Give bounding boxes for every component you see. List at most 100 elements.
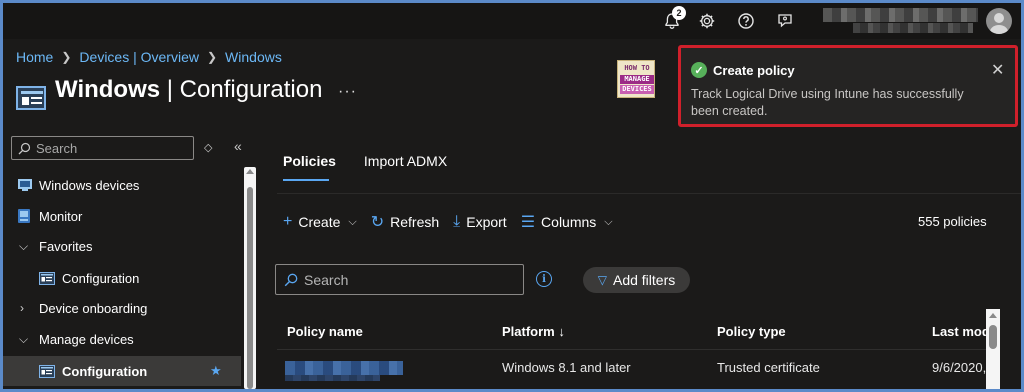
columns-label: Columns	[541, 214, 597, 230]
breadcrumb: Home ❯ Devices | Overview ❯ Windows	[16, 49, 282, 65]
download-icon: ⤓	[453, 213, 461, 230]
configuration-icon	[39, 271, 55, 285]
sidebar-item-manage-devices[interactable]: ⌵ Manage devices	[3, 324, 241, 354]
search-icon	[284, 273, 298, 286]
sidebar-scrollbar-thumb[interactable]	[247, 187, 253, 389]
chevron-right-icon: ❯	[61, 50, 72, 64]
notifications-bell-icon[interactable]: 2	[660, 6, 686, 33]
tab-import-admx[interactable]: Import ADMX	[364, 153, 447, 181]
tab-policies[interactable]: Policies	[283, 153, 336, 181]
configuration-icon	[16, 86, 46, 110]
tabs: Policies Import ADMX	[283, 153, 447, 181]
sort-toggle-icon[interactable]: ◇	[204, 141, 212, 154]
create-button[interactable]: + Create ⌵	[283, 213, 357, 231]
refresh-icon: ↻	[370, 214, 385, 231]
logo-line-1: HOW TO	[624, 64, 650, 72]
gear-icon[interactable]	[695, 9, 719, 33]
platform-cell: Windows 8.1 and later	[502, 360, 631, 375]
configuration-icon	[39, 364, 55, 378]
how-to-manage-devices-logo: HOW TO MANAGE DEVICES	[617, 60, 655, 98]
export-button[interactable]: ⤓ Export	[453, 213, 507, 231]
create-policy-toast: ✓ Create policy Track Logical Drive usin…	[678, 45, 1018, 127]
table-scrollbar-thumb[interactable]	[989, 325, 997, 349]
page-title-rest: | Configuration	[160, 76, 323, 103]
create-label: Create	[298, 214, 341, 230]
column-header-policy-type[interactable]: Policy type	[717, 324, 786, 339]
add-filters-button[interactable]: ▽ Add filters	[583, 267, 690, 293]
sidebar-item-configuration[interactable]: Configuration ★	[3, 356, 241, 386]
table-header: Policy name Platform ↓ Policy type Last …	[277, 315, 990, 349]
more-options-button[interactable]: ···	[338, 83, 357, 101]
refresh-label: Refresh	[390, 214, 440, 230]
toast-title: Create policy	[713, 63, 795, 78]
policy-search-box[interactable]	[275, 264, 524, 295]
chevron-down-icon: ⌵	[19, 331, 29, 346]
sidebar-item-favorites-configuration[interactable]: Configuration	[3, 263, 241, 293]
export-label: Export	[466, 214, 507, 230]
chevron-down-icon: ⌵	[604, 215, 613, 228]
breadcrumb-windows[interactable]: Windows	[225, 49, 282, 65]
sidebar: ◇ « Windows devices Monitor ⌵ Favorites …	[3, 127, 261, 389]
monitor-icon	[17, 208, 31, 224]
column-header-last-modified[interactable]: Last mod	[932, 324, 990, 339]
favorite-star-icon[interactable]: ★	[210, 363, 222, 379]
sidebar-scrollbar[interactable]	[244, 167, 256, 389]
policy-count: 555 policies	[918, 214, 987, 229]
breadcrumb-devices-overview[interactable]: Devices | Overview	[79, 49, 199, 65]
info-icon[interactable]: i	[536, 271, 552, 287]
column-header-policy-name[interactable]: Policy name	[287, 324, 363, 339]
toast-message: Track Logical Drive using Intune has suc…	[691, 87, 964, 118]
portal-window: 2 Home ❯ Devices | Overview ❯ Windows Wi…	[3, 3, 1021, 389]
windows-devices-icon	[17, 178, 33, 192]
sidebar-item-label: Configuration	[62, 363, 148, 379]
last-modified-cell: 9/6/2020,	[932, 360, 987, 375]
table-row[interactable]: Windows 8.1 and later Trusted certificat…	[277, 353, 989, 383]
sidebar-item-label: Favorites	[39, 238, 93, 254]
toolbar: + Create ⌵ ↻ Refresh ⤓ Export ☰ Columns …	[283, 210, 627, 234]
help-icon[interactable]	[734, 9, 758, 33]
feedback-icon[interactable]	[773, 9, 797, 33]
sidebar-item-monitor[interactable]: Monitor	[3, 201, 241, 231]
success-check-icon: ✓	[691, 62, 707, 78]
chevron-down-icon: ⌵	[348, 215, 357, 228]
logo-line-3: DEVICES	[620, 85, 654, 94]
sidebar-search-box[interactable]	[11, 136, 194, 160]
policy-name-redacted-link[interactable]	[285, 361, 403, 375]
chevron-right-icon: ›	[20, 301, 24, 315]
account-name-redacted[interactable]	[823, 8, 978, 22]
notification-count-badge: 2	[672, 6, 686, 20]
scroll-up-arrow-icon[interactable]	[989, 313, 997, 318]
search-icon	[18, 142, 31, 154]
filter-icon: ▽	[597, 273, 607, 287]
collapse-sidebar-icon[interactable]: «	[234, 138, 242, 154]
policy-name-redacted-subtext	[285, 375, 380, 381]
account-tenant-redacted	[853, 23, 973, 33]
avatar[interactable]	[986, 8, 1012, 34]
policy-type-cell: Trusted certificate	[717, 360, 820, 375]
sidebar-item-label: Device onboarding	[39, 300, 148, 316]
refresh-button[interactable]: ↻ Refresh	[371, 212, 439, 232]
sidebar-item-windows-devices[interactable]: Windows devices	[3, 170, 241, 200]
top-bar: 2	[3, 3, 1021, 39]
columns-list-icon: ☰	[520, 214, 536, 231]
divider	[277, 193, 1021, 194]
breadcrumb-home[interactable]: Home	[16, 49, 53, 65]
table-scrollbar[interactable]	[986, 309, 1000, 389]
page-title-bold: Windows	[55, 76, 161, 103]
close-icon[interactable]: ✕	[991, 60, 1004, 80]
sidebar-search-input[interactable]	[36, 140, 186, 156]
sidebar-item-label: Monitor	[39, 208, 83, 224]
chevron-down-icon: ⌵	[19, 238, 29, 253]
plus-icon: +	[283, 213, 293, 230]
sidebar-item-label: Configuration	[62, 270, 140, 286]
sidebar-item-device-onboarding[interactable]: › Device onboarding	[3, 293, 241, 323]
scroll-up-arrow-icon[interactable]	[246, 169, 254, 174]
add-filters-label: Add filters	[612, 272, 676, 288]
column-header-platform[interactable]: Platform ↓	[502, 324, 565, 339]
divider	[277, 349, 989, 350]
sidebar-item-favorites[interactable]: ⌵ Favorites	[3, 231, 241, 261]
chevron-right-icon: ❯	[206, 50, 218, 64]
page-title: Windows | Configuration	[55, 76, 322, 104]
policy-search-input[interactable]	[304, 271, 504, 288]
columns-button[interactable]: ☰ Columns ⌵	[521, 212, 613, 232]
